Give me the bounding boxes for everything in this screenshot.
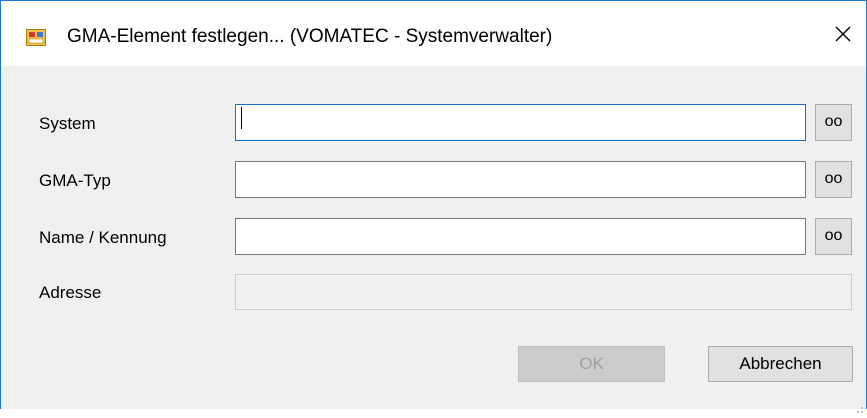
- name-kennung-label: Name / Kennung: [39, 228, 167, 247]
- system-input[interactable]: [235, 104, 806, 141]
- close-icon: [834, 25, 852, 48]
- gma-typ-lookup-button[interactable]: oo: [815, 161, 852, 198]
- dialog-body: System oo GMA-Typ oo Name / Kennung oo A…: [1, 66, 866, 413]
- window-title: GMA-Element festlegen... (VOMATEC - Syst…: [67, 26, 553, 47]
- app-icon: [26, 29, 46, 46]
- name-kennung-input[interactable]: [235, 218, 806, 255]
- dialog-window: GMA-Element festlegen... (VOMATEC - Syst…: [0, 0, 867, 413]
- ok-button[interactable]: OK: [518, 346, 665, 382]
- text-caret: [241, 107, 242, 129]
- system-lookup-button[interactable]: oo: [815, 104, 852, 141]
- adresse-input: [235, 274, 852, 310]
- resize-grip-icon[interactable]: [857, 400, 863, 413]
- gma-typ-input[interactable]: [235, 161, 806, 198]
- title-bar[interactable]: GMA-Element festlegen... (VOMATEC - Syst…: [1, 1, 866, 66]
- adresse-label: Adresse: [39, 283, 102, 302]
- name-kennung-lookup-button[interactable]: oo: [815, 218, 852, 255]
- gma-typ-label: GMA-Typ: [39, 171, 111, 190]
- cancel-button[interactable]: Abbrechen: [708, 346, 853, 382]
- system-label: System: [39, 114, 96, 133]
- close-button[interactable]: [827, 20, 859, 52]
